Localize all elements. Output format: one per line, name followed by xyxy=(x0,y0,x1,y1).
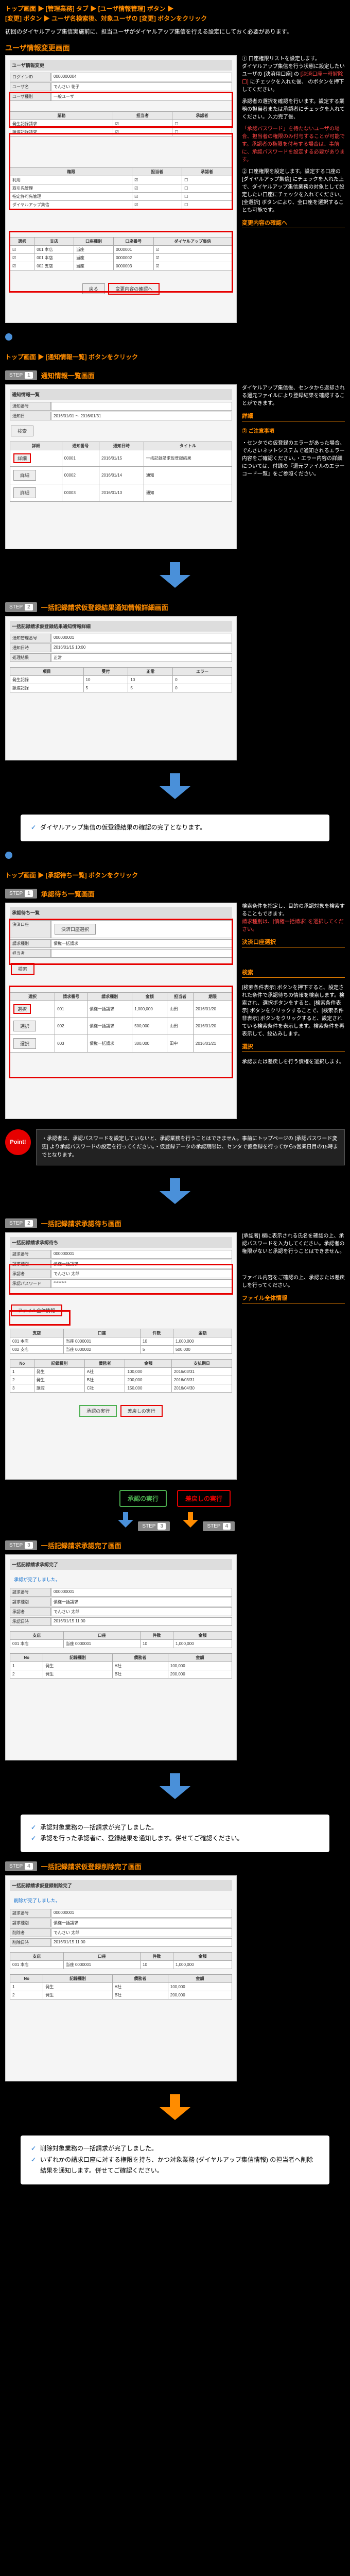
note-heading-file-info: ファイル全体情報 xyxy=(242,1294,345,1303)
small-step-4: STEP4 xyxy=(203,1521,235,1531)
section-marker-icon xyxy=(5,852,12,859)
note-heading-select: 選択 xyxy=(242,1042,345,1052)
arrow-down-icon xyxy=(115,1512,136,1528)
step-title-result-detail: 一括記録請求仮登録結果通知情報詳細画面 xyxy=(41,602,168,612)
completion-check-box: ダイヤルアップ集信の仮登録結果の確認の完了となります。 xyxy=(21,815,329,841)
section-description: 初回のダイヤルアップ集信実施前に、担当ユーザがダイヤルアップ集信を行える設定にし… xyxy=(0,28,350,41)
note-heading-confirm: 変更内容の確認へ xyxy=(242,218,345,228)
point-badge: Point! xyxy=(5,1129,31,1155)
screenshot-result-detail: 一括記録請求仮登録結果通知情報詳細 通知管理番号000000001 通知日時20… xyxy=(5,616,237,760)
note-caution-header: ② ご注意事項 xyxy=(242,428,345,435)
arrow-down-icon xyxy=(180,1512,201,1528)
section-title-user-change: ユーザ情報変更画面 xyxy=(0,41,350,55)
approve-exec-button[interactable]: 承認の実行 xyxy=(79,1405,117,1417)
reject-exec-button[interactable]: 差戻しの実行 xyxy=(120,1405,163,1417)
note-account-permission: ① 口座権限リストを設定します。 ダイヤルアップ集信を行う状態に設定したいユーザ… xyxy=(242,55,345,94)
note-caution-body: ・センタでの仮登録のエラーがあった場合、でんさいネットシステムで通知されるエラー… xyxy=(242,439,345,478)
breadcrumb-approval: トップ画面 ▶ [承認待ち一覧] ボタンをクリック xyxy=(0,867,350,885)
point-text: ・承認者は、承認パスワードを設定していないと、承認業務を行うことはできません。事… xyxy=(36,1129,345,1165)
breadcrumb-notification: トップ画面 ▶ [通知情報一覧] ボタンをクリック xyxy=(0,348,350,366)
step-title-notification-list: 通知情報一覧画面 xyxy=(41,370,95,380)
step-title-delete-complete: 一括記録請求仮登録削除完了画面 xyxy=(41,1861,142,1871)
completion-check-box-2: 承認対象業務の一括請求が完了しました。 承認を行った承認者に、登録結果を通知しま… xyxy=(21,1815,329,1852)
step-badge-approval-2: STEP2 xyxy=(5,1218,37,1228)
step-badge-4: STEP4 xyxy=(5,1861,37,1871)
screenshot-approval-waiting: 一括記録請求承認待ち 請求番号000000001 請求種別債権一括請求 承認者で… xyxy=(5,1232,237,1480)
section-marker-icon xyxy=(5,333,12,341)
reject-label: 差戻しの実行 xyxy=(177,1490,231,1507)
screenshot-user-change: ユーザ情報変更 ログインID0000000004 ユーザ名でんさい 花子 ユーザ… xyxy=(5,55,237,323)
step-title-approval-complete: 一括記録請求承認完了画面 xyxy=(41,1540,121,1550)
detail-button[interactable]: 詳細 xyxy=(13,453,31,463)
arrow-down-icon xyxy=(0,554,350,598)
screenshot-notification-list: 通知情報一覧 通知番号 通知日2016/01/01 ～ 2016/01/31 検… xyxy=(5,384,237,549)
note-search-detail: [検索条件表示] ボタンを押下すると、設定された条件で承認待ちの情報を検索します… xyxy=(242,984,345,1038)
screenshot-approval-complete: 一括記録請求承認完了 承認が完了しました。 請求番号000000001 請求種別… xyxy=(5,1554,237,1760)
note-search-condition: 検索条件を指定し、目的の承認対象を検索することもできます。 請求種別は、[債権一… xyxy=(242,903,345,934)
breadcrumb-nav: トップ画面 ▶ [管理業務] タブ ▶ [ユーザ情報管理] ボタン ▶ [変更]… xyxy=(0,0,350,28)
arrow-down-icon xyxy=(0,1171,350,1214)
note-select-detail: 承認または差戻しを行う債権を選択します。 xyxy=(242,1058,345,1066)
note-approver-select: 承認者の選択を確認を行います。設定する業務の担当者または承認者にチェックを入れて… xyxy=(242,98,345,121)
arrow-down-icon xyxy=(0,2087,350,2130)
note-account-setting: ② 口座権限を設定します。設定する口座の [ダイヤルアップ集信] にチェックを入… xyxy=(242,168,345,214)
screenshot-approval-list: 承認待ち一覧 決済口座決済口座選択 請求種別債権一括請求 担当者 検索 選択請求… xyxy=(5,903,237,1119)
arrow-down-icon xyxy=(0,1766,350,1809)
step-badge-1: STEP1 xyxy=(5,370,37,380)
step-badge-2: STEP2 xyxy=(5,602,37,612)
note-heading-detail: 詳細 xyxy=(242,412,345,421)
note-warning-password: 「承認パスワード」を待たないユーザの場合、担当者の権限のみ付与することが可能です… xyxy=(242,125,345,164)
small-step-3: STEP3 xyxy=(138,1521,170,1531)
step-badge-3: STEP3 xyxy=(5,1540,37,1550)
note-heading-search: 検索 xyxy=(242,968,345,978)
step-title-approval-waiting: 一括記録請求承認待ち画面 xyxy=(41,1218,121,1228)
note-file-confirm: ファイル内容をご確認の上、承認または差戻しを行ってください。 xyxy=(242,1274,345,1290)
step-title-approval-list: 承認待ち一覧画面 xyxy=(41,889,95,899)
note-return-file: ダイヤルアップ集信後、センタから返却される還元ファイルにより登録結果を確認するこ… xyxy=(242,384,345,408)
step-badge-approval-1: STEP1 xyxy=(5,889,37,899)
approve-label: 承認の実行 xyxy=(119,1490,167,1507)
arrow-down-icon xyxy=(0,766,350,809)
note-approver-password: [承認者] 欄に表示される氏名を確認の上、承認パスワードを入力してください。承認… xyxy=(242,1232,345,1256)
search-button[interactable]: 検索 xyxy=(11,426,33,436)
completion-check-box-3: 削除対象業務の一括請求が完了しました。 いずれかの請求口座に対する権限を持ち、か… xyxy=(21,2136,329,2184)
screenshot-delete-complete: 一括記録請求仮登録削除完了 削除が完了しました。 請求番号000000001 請… xyxy=(5,1875,237,2081)
note-heading-account-select: 決済口座選択 xyxy=(242,938,345,947)
